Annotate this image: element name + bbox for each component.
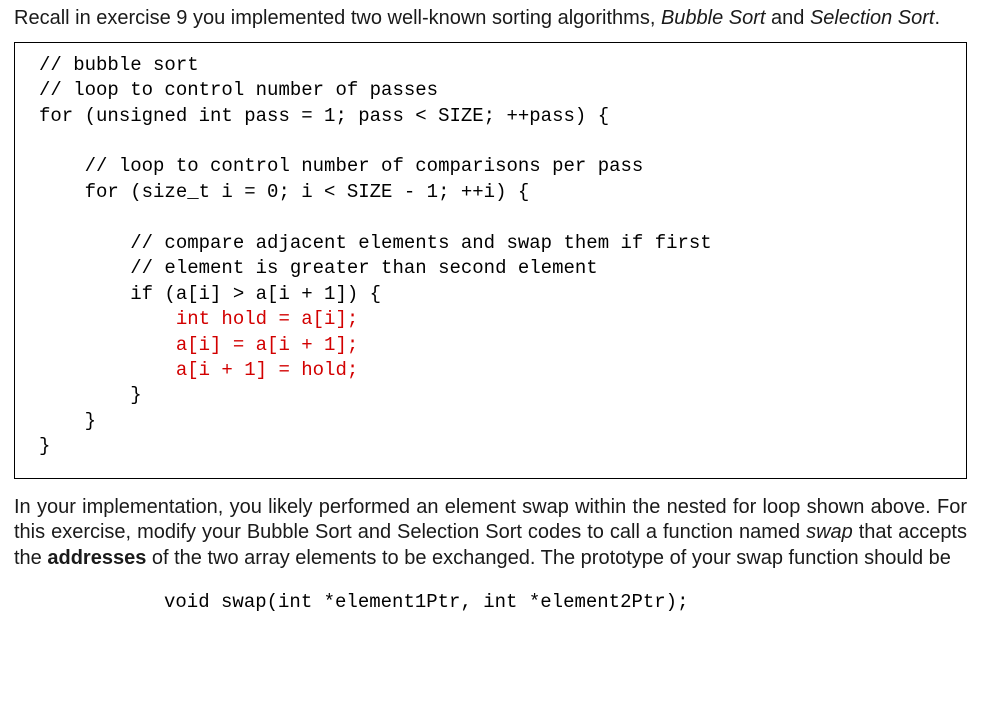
code-line: // element is greater than second elemen… [39, 257, 598, 279]
function-prototype: void swap(int *element1Ptr, int *element… [14, 590, 967, 614]
intro-text-2: and [765, 7, 809, 29]
code-line-highlight: a[i + 1] = hold; [39, 359, 358, 381]
code-line: // loop to control number of passes [39, 79, 438, 101]
code-line-highlight: a[i] = a[i + 1]; [39, 334, 358, 356]
code-listing: // bubble sort // loop to control number… [14, 42, 967, 479]
code-line: // loop to control number of comparisons… [39, 155, 643, 177]
intro-text-1: Recall in exercise 9 you implemented two… [14, 7, 661, 29]
intro-algorithm-2: Selection Sort [810, 7, 935, 29]
code-line: // compare adjacent elements and swap th… [39, 232, 712, 254]
instr-text-3: of the two array elements to be exchange… [146, 547, 951, 569]
code-line: if (a[i] > a[i + 1]) { [39, 283, 381, 305]
code-line: for (size_t i = 0; i < SIZE - 1; ++i) { [39, 181, 529, 203]
instruction-paragraph: In your implementation, you likely perfo… [14, 495, 967, 572]
code-line-highlight: int hold = a[i]; [39, 308, 358, 330]
code-line: } [39, 435, 50, 457]
intro-paragraph: Recall in exercise 9 you implemented two… [14, 6, 967, 32]
intro-algorithm-1: Bubble Sort [661, 7, 766, 29]
instr-bold-word: addresses [47, 547, 146, 569]
code-line: } [39, 384, 142, 406]
code-line: } [39, 410, 96, 432]
code-line: // bubble sort [39, 54, 199, 76]
intro-text-3: . [934, 7, 940, 29]
code-line: for (unsigned int pass = 1; pass < SIZE;… [39, 105, 609, 127]
instr-funcname: swap [806, 521, 853, 543]
